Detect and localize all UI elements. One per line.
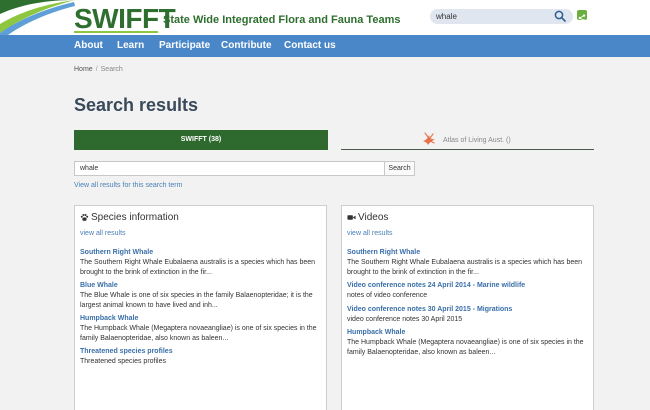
paw-icon — [80, 213, 89, 221]
species-information-panel: Species information view all results Sou… — [74, 205, 327, 410]
result-description: The Southern Right Whale Eubalaena austr… — [347, 259, 583, 266]
result-title[interactable]: Blue Whale — [80, 281, 320, 291]
page-title: Search results — [74, 95, 199, 115]
nav-item-contribute[interactable]: Contribute — [221, 40, 272, 52]
result-description: notes of video conference — [347, 292, 428, 299]
brand-swoosh-graphic — [0, 0, 75, 35]
search-input[interactable]: whale — [74, 161, 385, 176]
result-description: brought to the brink of extinction in th… — [347, 269, 479, 276]
result-description: The Blue Whale is one of six species in … — [80, 292, 313, 299]
panel-title: Videos — [358, 212, 389, 223]
breadcrumb-separator: / — [95, 66, 98, 73]
view-all-results-link[interactable]: view all results — [347, 229, 393, 238]
breadcrumb-home[interactable]: Home — [74, 66, 93, 73]
result-title[interactable]: Threatened species profiles — [80, 347, 320, 357]
result-description: largest animal known to have lived and i… — [80, 302, 218, 309]
list-item: Southern Right Whale The Southern Right … — [347, 248, 587, 278]
list-item: Blue Whale The Blue Whale is one of six … — [80, 281, 320, 311]
result-description: The Humpback Whale (Megaptera novaeangli… — [80, 325, 317, 332]
view-all-results-link[interactable]: view all results — [80, 229, 126, 238]
bird-icon — [423, 132, 435, 145]
site-logo[interactable]: SWIFFT — [74, 5, 176, 33]
breadcrumb: Home / Search — [74, 65, 123, 74]
panel-title: Species information — [91, 212, 179, 223]
main-nav: About Learn Participate Contribute Conta… — [0, 35, 650, 57]
result-title[interactable]: Southern Right Whale — [80, 248, 320, 258]
result-description: The Humpback Whale (Megaptera novaeangli… — [347, 339, 584, 346]
header-search-value: whale — [436, 12, 457, 21]
result-description: video conference notes 30 April 2015 — [347, 316, 463, 323]
view-all-results-link[interactable]: View all results for this search term — [74, 181, 182, 190]
share-button[interactable] — [577, 10, 587, 22]
result-description: The Southern Right Whale Eubalaena austr… — [80, 259, 316, 266]
share-icon — [578, 14, 586, 22]
list-item: Threatened species profiles Threatened s… — [80, 347, 320, 367]
result-description: brought to the brink of extinction in th… — [80, 269, 212, 276]
result-description: family Balaenopteridae, also known as ba… — [347, 349, 496, 356]
tab-atlas-of-living-australia[interactable]: Atlas of Living Aust. () — [341, 130, 594, 150]
list-item: Humpback Whale The Humpback Whale (Megap… — [80, 314, 320, 344]
videos-panel: Videos view all results Southern Right W… — [341, 205, 594, 410]
video-camera-icon — [347, 215, 356, 220]
header-search-input[interactable]: whale — [430, 9, 573, 24]
logo-underline — [74, 31, 158, 33]
breadcrumb-current: Search — [100, 66, 123, 73]
result-title[interactable]: Southern Right Whale — [347, 248, 587, 258]
result-description: Threatened species profiles — [80, 358, 166, 365]
site-header: SWIFFT State Wide Integrated Flora and F… — [0, 0, 650, 35]
search-button[interactable]: Search — [384, 161, 415, 176]
list-item: Humpback Whale The Humpback Whale (Megap… — [347, 328, 587, 358]
list-item: Video conference notes 24 April 2014 - M… — [347, 281, 587, 301]
result-title[interactable]: Video conference notes 24 April 2014 - M… — [347, 281, 587, 291]
list-item: Video conference notes 30 April 2015 - M… — [347, 305, 587, 325]
search-icon[interactable] — [554, 10, 566, 22]
result-title[interactable]: Video conference notes 30 April 2015 - M… — [347, 305, 587, 315]
result-title[interactable]: Humpback Whale — [80, 314, 320, 324]
nav-item-contact-us[interactable]: Contact us — [284, 40, 336, 52]
list-item: Southern Right Whale The Southern Right … — [80, 248, 320, 278]
nav-item-learn[interactable]: Learn — [117, 40, 144, 52]
site-tagline: State Wide Integrated Flora and Fauna Te… — [163, 14, 401, 26]
nav-item-participate[interactable]: Participate — [159, 40, 210, 52]
nav-item-about[interactable]: About — [74, 40, 103, 52]
result-title[interactable]: Humpback Whale — [347, 328, 587, 338]
tab-swifft[interactable]: SWIFFT (38) — [74, 130, 328, 150]
tab-ala-label: Atlas of Living Aust. () — [443, 137, 511, 144]
search-input-value: whale — [80, 165, 99, 172]
result-description: family Balaenopteridae, also known as ba… — [80, 335, 229, 342]
